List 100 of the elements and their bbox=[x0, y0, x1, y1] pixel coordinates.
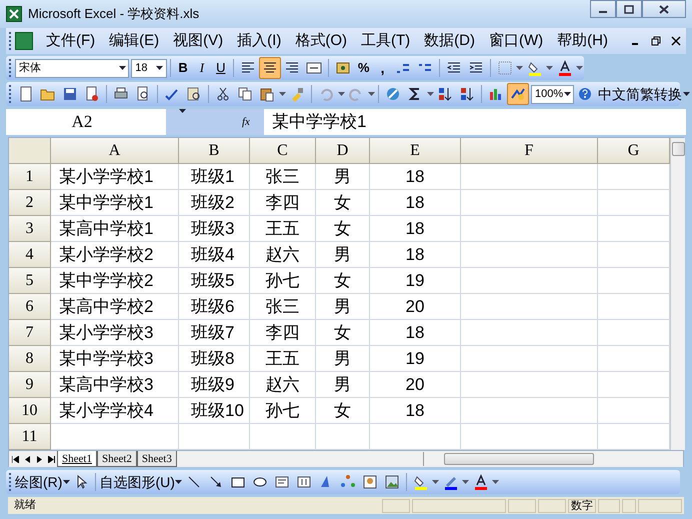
close-workbook-icon[interactable] bbox=[671, 36, 681, 46]
table-cell: 男 bbox=[316, 346, 370, 372]
table-cell: 男 bbox=[316, 372, 370, 398]
italic-button[interactable]: I bbox=[192, 57, 212, 79]
table-cell: 18 bbox=[370, 398, 461, 424]
row-header[interactable]: 1 bbox=[9, 164, 51, 190]
dropdown-arrow-icon[interactable] bbox=[62, 480, 70, 484]
font-size-field[interactable]: 18 bbox=[131, 58, 167, 78]
comma-button[interactable]: , bbox=[373, 57, 392, 79]
sheet-tab[interactable]: Sheet3 bbox=[136, 451, 177, 467]
column-header[interactable]: C bbox=[250, 138, 316, 164]
excel-logo-icon bbox=[6, 6, 22, 22]
last-sheet-icon[interactable] bbox=[48, 456, 54, 462]
menu-item[interactable]: 编辑(E) bbox=[102, 30, 166, 52]
table-cell: 男 bbox=[316, 294, 370, 320]
column-header[interactable]: F bbox=[461, 138, 598, 164]
menu-item[interactable]: 视图(V) bbox=[166, 30, 230, 52]
row-header[interactable]: 5 bbox=[9, 268, 51, 294]
draw-menu-button[interactable]: 绘图(R) bbox=[15, 472, 62, 492]
window-title: Microsoft Excel - 学校资料.xls bbox=[28, 5, 200, 24]
status-panel bbox=[598, 498, 620, 512]
row-header[interactable]: 7 bbox=[9, 320, 51, 346]
dropdown-arrow-icon[interactable] bbox=[178, 109, 186, 113]
row-header[interactable]: 10 bbox=[9, 398, 51, 424]
row-header[interactable]: 4 bbox=[9, 242, 51, 268]
bold-button[interactable]: B bbox=[174, 57, 192, 79]
table-cell: 某高中学校1 bbox=[51, 216, 179, 242]
dropdown-arrow-icon[interactable] bbox=[156, 66, 164, 70]
row-header[interactable]: 2 bbox=[9, 190, 51, 216]
underline-button[interactable]: U bbox=[211, 57, 230, 79]
restore-workbook-icon[interactable] bbox=[651, 36, 661, 46]
table-cell: 男 bbox=[316, 164, 370, 190]
font-name-field[interactable]: 宋体 bbox=[15, 58, 130, 78]
table-cell: 男 bbox=[316, 242, 370, 268]
row-header[interactable]: 6 bbox=[9, 294, 51, 320]
table-cell: 班级4 bbox=[179, 242, 250, 268]
function-button[interactable]: fx bbox=[242, 114, 256, 130]
table-cell: 班级1 bbox=[179, 164, 250, 190]
table-cell: 女 bbox=[316, 268, 370, 294]
column-header[interactable]: B bbox=[179, 138, 250, 164]
table-cell: 某小学学校4 bbox=[51, 398, 179, 424]
status-panel bbox=[638, 498, 682, 512]
row-header[interactable]: 8 bbox=[9, 346, 51, 372]
close-button[interactable] bbox=[642, 0, 686, 18]
first-sheet-icon[interactable] bbox=[12, 456, 18, 462]
convert-menu-button[interactable]: 中文简繁转换 bbox=[596, 84, 682, 104]
menu-item[interactable]: 格式(O) bbox=[288, 30, 354, 52]
table-cell: 赵六 bbox=[250, 242, 316, 268]
row-header[interactable]: 3 bbox=[9, 216, 51, 242]
row-header[interactable]: 11 bbox=[9, 424, 51, 450]
menu-item[interactable]: 工具(T) bbox=[354, 30, 418, 52]
column-header[interactable]: A bbox=[51, 138, 179, 164]
table-cell: 某中学学校1 bbox=[51, 190, 179, 216]
minimize-button[interactable] bbox=[590, 0, 616, 18]
vertical-scrollbar[interactable] bbox=[670, 138, 685, 450]
dropdown-arrow-icon[interactable] bbox=[682, 92, 690, 96]
table-cell bbox=[316, 424, 370, 450]
next-sheet-icon[interactable] bbox=[36, 456, 42, 462]
table-cell: 班级5 bbox=[179, 268, 250, 294]
percent-button[interactable]: % bbox=[354, 57, 374, 79]
menu-item[interactable]: 窗口(W) bbox=[482, 30, 550, 52]
menu-item[interactable]: 插入(I) bbox=[230, 30, 288, 52]
table-cell: 18 bbox=[370, 164, 461, 190]
table-cell: 某小学学校3 bbox=[51, 320, 179, 346]
maximize-button[interactable] bbox=[616, 0, 642, 18]
column-header[interactable]: E bbox=[370, 138, 461, 164]
sheet-tab[interactable]: Sheet2 bbox=[96, 451, 137, 467]
zoom-field[interactable]: 100% bbox=[531, 84, 574, 104]
status-panel bbox=[538, 498, 566, 512]
table-cell bbox=[179, 424, 250, 450]
table-cell: 张三 bbox=[250, 164, 316, 190]
dropdown-arrow-icon[interactable] bbox=[118, 66, 126, 70]
autoshapes-menu-button[interactable]: 自选图形(U) bbox=[99, 472, 175, 492]
table-cell: 女 bbox=[316, 216, 370, 242]
prev-sheet-icon[interactable] bbox=[24, 456, 30, 462]
table-cell: 19 bbox=[370, 268, 461, 294]
table-cell: 18 bbox=[370, 216, 461, 242]
table-cell: 孙七 bbox=[250, 268, 316, 294]
status-text: 就绪 bbox=[13, 498, 37, 514]
dropdown-arrow-icon[interactable] bbox=[564, 92, 571, 96]
table-cell: 班级8 bbox=[179, 346, 250, 372]
sheet-tab[interactable]: Sheet1 bbox=[57, 451, 97, 467]
table-cell: 李四 bbox=[250, 320, 316, 346]
column-header[interactable]: G bbox=[598, 138, 670, 164]
formula-field[interactable]: 某中学学校1 bbox=[264, 109, 686, 135]
table-cell: 20 bbox=[370, 372, 461, 398]
row-header[interactable]: 9 bbox=[9, 372, 51, 398]
table-cell: 18 bbox=[370, 320, 461, 346]
table-cell: 某小学学校1 bbox=[51, 164, 179, 190]
table-cell: 班级6 bbox=[179, 294, 250, 320]
table-cell: 某高中学校3 bbox=[51, 372, 179, 398]
column-header[interactable]: D bbox=[316, 138, 370, 164]
menu-item[interactable]: 帮助(H) bbox=[550, 30, 615, 52]
table-cell: 某小学学校2 bbox=[51, 242, 179, 268]
num-lock-indicator: 数字 bbox=[568, 498, 596, 512]
menu-item[interactable]: 数据(D) bbox=[417, 30, 482, 52]
menu-item[interactable]: 文件(F) bbox=[39, 30, 102, 52]
dropdown-arrow-icon[interactable] bbox=[175, 480, 182, 484]
name-box[interactable]: A2 bbox=[6, 109, 166, 135]
table-cell: 王五 bbox=[250, 216, 316, 242]
